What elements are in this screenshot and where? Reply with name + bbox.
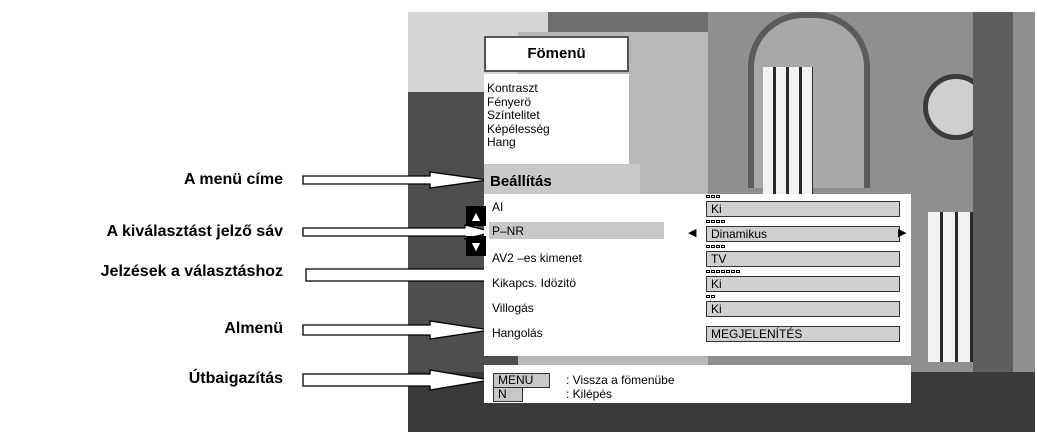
option-marks-timer xyxy=(706,270,740,274)
setting-label-pnr[interactable]: P–NR xyxy=(492,224,524,238)
setting-value-pnr[interactable]: Dinamikus xyxy=(706,226,900,242)
setting-label-flash[interactable]: Villogás xyxy=(492,301,534,315)
callout-guidance: Útbaigazítás xyxy=(188,370,283,387)
main-menu-item[interactable]: Kontraszt xyxy=(487,81,629,96)
main-menu-list: Kontraszt Fényerö Színtelitet Képélesség… xyxy=(484,74,629,164)
setting-value-tuning[interactable]: MEGJELENÍTÉS xyxy=(706,326,900,342)
value-right-arrow-icon[interactable]: ▶ xyxy=(898,227,906,239)
nav-back-text: : Vissza a fömenübe xyxy=(566,373,675,387)
main-menu-item[interactable]: Színtelitet xyxy=(487,108,629,123)
submenu-title[interactable]: Beállítás xyxy=(484,164,640,194)
setting-value-flash[interactable]: Ki xyxy=(706,301,900,317)
menu-key-button[interactable]: MENU xyxy=(493,373,550,388)
setting-value-timer[interactable]: Ki xyxy=(706,276,900,292)
option-marks-pnr xyxy=(706,220,725,224)
setting-label-timer[interactable]: Kikapcs. Idözitö xyxy=(492,276,576,290)
scroll-up-icon[interactable]: ▲ xyxy=(466,206,486,226)
main-menu-title: Fömenü xyxy=(484,36,629,72)
callout-selection-bar: A kiválasztást jelző sáv xyxy=(106,223,283,240)
setting-value-ai[interactable]: Ki xyxy=(706,201,900,217)
nav-exit-text: : Kilépés xyxy=(566,387,613,401)
callout-menu-title: A menü címe xyxy=(184,171,283,188)
setting-label-tuning[interactable]: Hangolás xyxy=(492,326,543,340)
main-menu-item[interactable]: Fényerö xyxy=(487,95,629,110)
option-marks-flash xyxy=(706,295,715,299)
main-menu-item[interactable]: Képélesség xyxy=(487,122,629,137)
setting-value-av2[interactable]: TV xyxy=(706,251,900,267)
scroll-down-icon[interactable]: ▼ xyxy=(466,236,486,256)
setting-label-ai[interactable]: AI xyxy=(492,200,503,214)
option-marks-av2 xyxy=(706,245,725,249)
callout-option-marks: Jelzések a választáshoz xyxy=(100,263,283,280)
n-key-button[interactable]: N xyxy=(493,387,523,402)
setting-label-av2[interactable]: AV2 –es kimenet xyxy=(492,251,582,265)
callout-submenu: Almenü xyxy=(224,320,283,337)
option-marks-ai xyxy=(706,195,720,199)
value-left-arrow-icon[interactable]: ◀ xyxy=(688,227,696,239)
main-menu-item[interactable]: Hang xyxy=(487,135,629,150)
